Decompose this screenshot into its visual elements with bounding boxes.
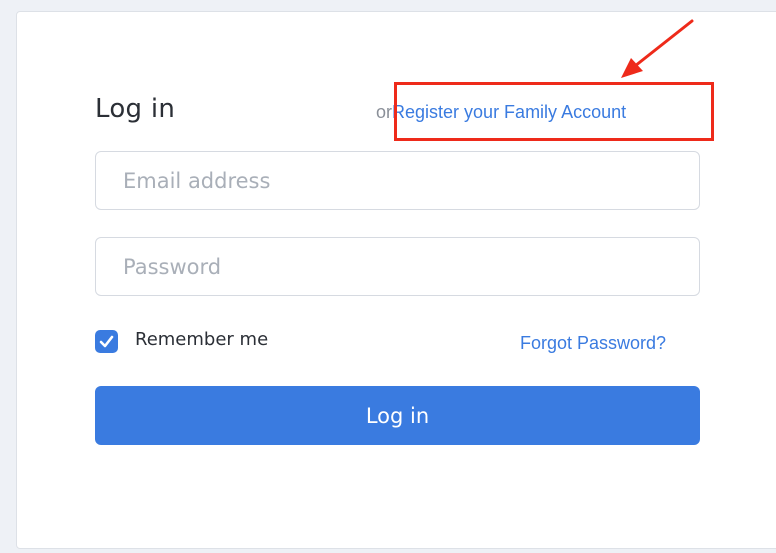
email-field[interactable]: [95, 151, 700, 210]
forgot-password-link[interactable]: Forgot Password?: [520, 333, 666, 354]
annotation-highlight-box: [394, 82, 714, 141]
annotation-arrow-icon: [621, 19, 694, 78]
checkmark-icon: [99, 335, 114, 348]
remember-me-checkbox[interactable]: [95, 330, 118, 353]
login-button[interactable]: Log in: [95, 386, 700, 445]
password-field[interactable]: [95, 237, 700, 296]
remember-me-label[interactable]: Remember me: [135, 329, 268, 350]
page-title: Log in: [95, 94, 176, 124]
or-text: or: [376, 102, 393, 122]
